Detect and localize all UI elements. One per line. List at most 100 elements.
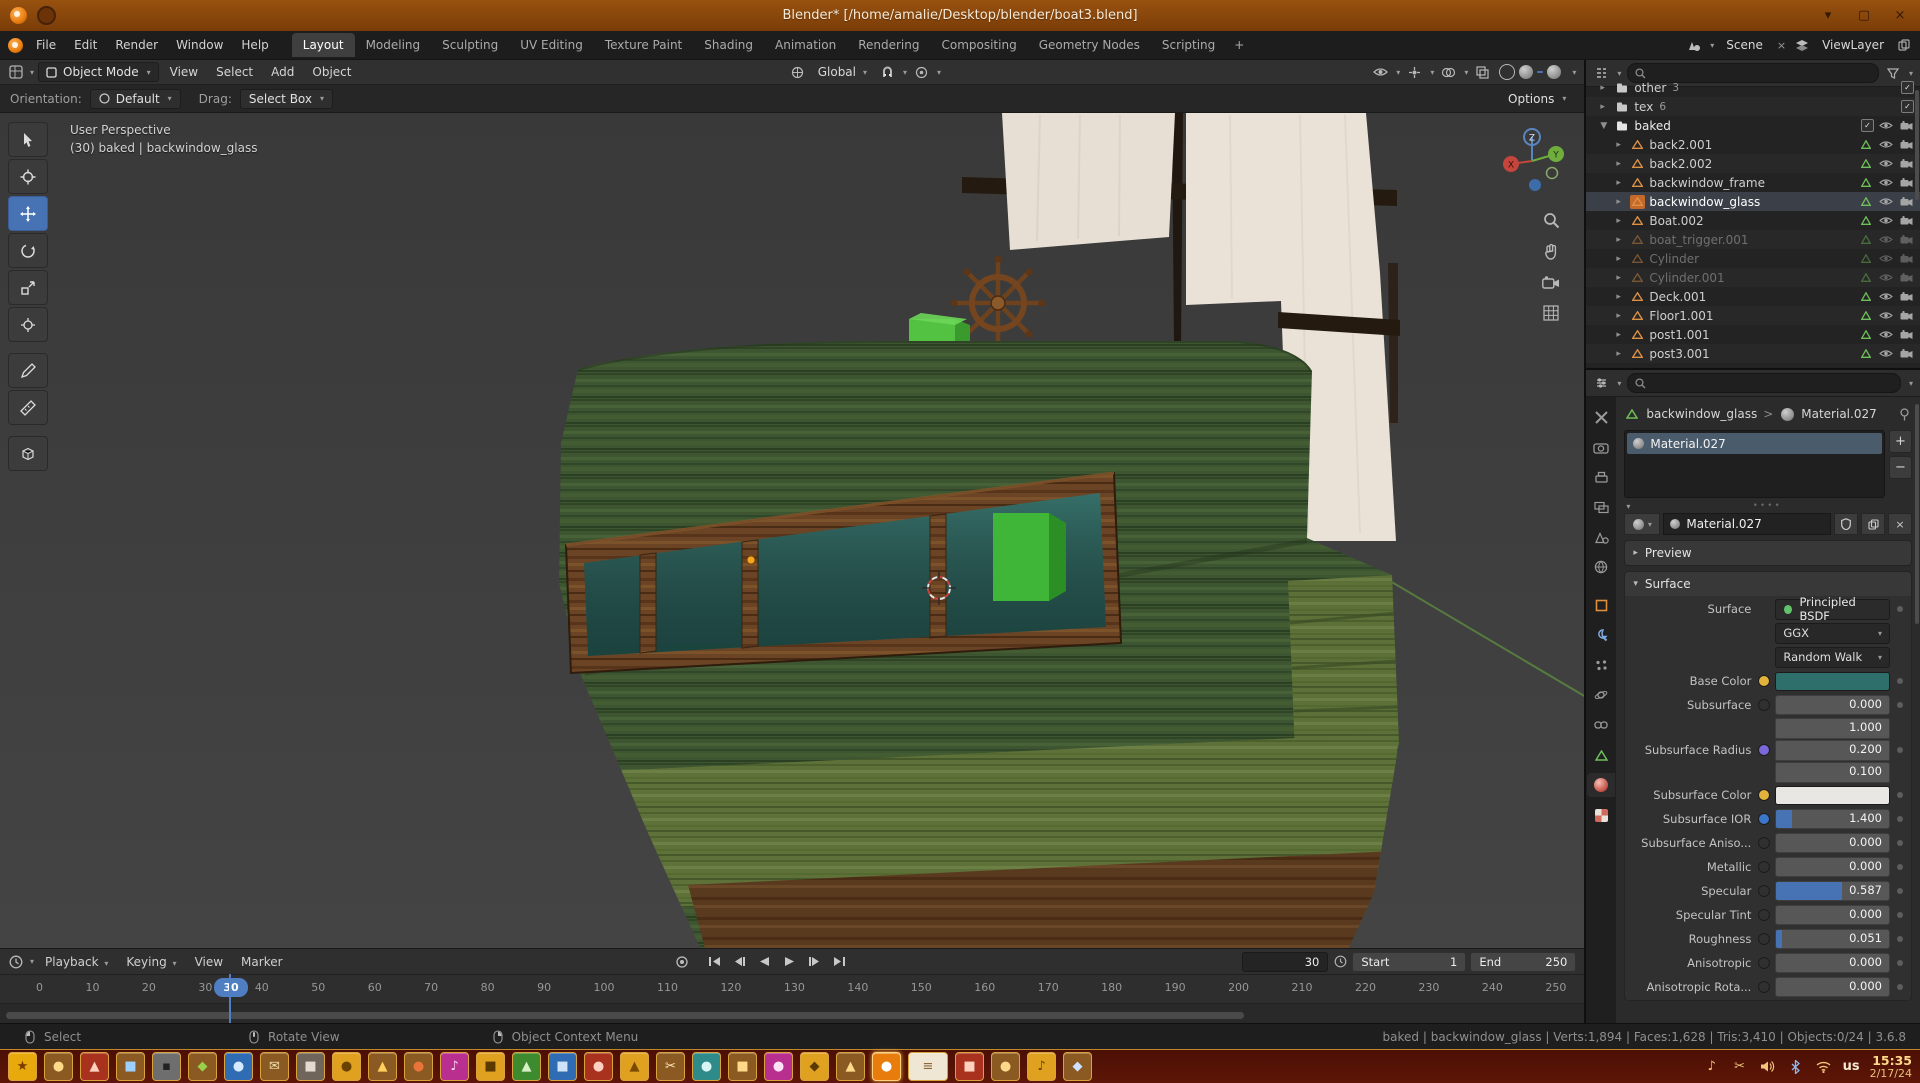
anim-dot[interactable]	[1758, 885, 1770, 897]
taskbar-app-icon[interactable]: ■	[955, 1052, 984, 1081]
next-keyframe-button[interactable]	[805, 954, 823, 969]
expand-icon[interactable]: ▸	[1616, 292, 1626, 302]
frame-start-field[interactable]: Start1	[1352, 952, 1466, 972]
axis-gizmo[interactable]: Z Y X	[1494, 123, 1570, 199]
anim-dot[interactable]	[1758, 789, 1770, 801]
visibility-eye-icon[interactable]	[1878, 213, 1894, 229]
subsurface-radius-fields[interactable]: 1.000 0.200 0.100	[1775, 718, 1890, 783]
visibility-eye-icon[interactable]	[1878, 289, 1894, 305]
taskbar-app-icon[interactable]: ●	[224, 1052, 253, 1081]
render-camera-icon[interactable]	[1898, 327, 1914, 343]
viewlayer-selector[interactable]: ViewLayer	[1816, 36, 1890, 54]
breadcrumb-material[interactable]: Material.027	[1801, 407, 1876, 421]
outliner-object-row[interactable]: ▸ post3.001	[1586, 344, 1920, 363]
decorate-dot[interactable]	[1897, 888, 1903, 894]
distribution-dropdown[interactable]: GGX▾	[1775, 623, 1890, 644]
workspace-tab[interactable]: Shading	[693, 33, 764, 57]
menu-keying[interactable]: Keying ▾	[119, 953, 183, 971]
browse-material-button[interactable]: ▾	[1624, 513, 1660, 535]
timeline-editor[interactable]: ▾ Playback ▾ Keying ▾ View Marker	[0, 948, 1584, 1023]
workspace-tab[interactable]: Modeling	[355, 33, 432, 57]
shading-solid-icon[interactable]	[1519, 65, 1533, 79]
menu-view[interactable]: View	[163, 63, 205, 81]
workspace-tab[interactable]: Rendering	[847, 33, 930, 57]
scene-selector[interactable]: Scene	[1720, 36, 1769, 54]
workspace-tab[interactable]: Geometry Nodes	[1028, 33, 1151, 57]
render-camera-icon[interactable]	[1898, 308, 1914, 324]
render-camera-icon[interactable]	[1898, 213, 1914, 229]
prev-keyframe-button[interactable]	[730, 954, 748, 969]
measure-tool[interactable]	[8, 390, 48, 425]
drag-dropdown[interactable]: Select Box▾	[240, 89, 333, 109]
outliner-collection-row[interactable]: ▼ baked ✓	[1586, 116, 1920, 135]
outliner-object-row[interactable]: ▸ back2.002	[1586, 154, 1920, 173]
visibility-eye-icon[interactable]	[1878, 232, 1894, 248]
expand-icon[interactable]: ▸	[1616, 330, 1626, 340]
base-color-swatch[interactable]	[1775, 672, 1890, 691]
properties-scrollbar[interactable]	[1915, 404, 1919, 624]
tab-object-data[interactable]	[1587, 743, 1615, 767]
render-camera-icon[interactable]	[1898, 156, 1914, 172]
render-camera-icon[interactable]	[1898, 137, 1914, 153]
3d-viewport[interactable]: User Perspective (30) baked | backwindow…	[0, 113, 1584, 948]
preview-range-clock-icon[interactable]	[1332, 954, 1348, 970]
timeline-scrollbar[interactable]	[6, 1012, 1244, 1019]
snap-magnet-icon[interactable]	[879, 64, 895, 80]
mode-dropdown[interactable]: Object Mode▾	[38, 62, 159, 82]
expand-icon[interactable]: ▸	[1616, 159, 1626, 169]
add-slot-button[interactable]: +	[1889, 430, 1912, 453]
taskbar-app-icon[interactable]: ♪	[1027, 1052, 1056, 1081]
visibility-eye-icon[interactable]	[1878, 346, 1894, 362]
object-name[interactable]: post1.001	[1649, 328, 1709, 342]
menu-file[interactable]: File	[27, 34, 65, 56]
tab-world[interactable]	[1587, 555, 1615, 579]
subsurface-ior-slider[interactable]: 1.400	[1775, 809, 1890, 829]
cursor-tool[interactable]	[8, 159, 48, 194]
taskbar-app-icon[interactable]: ◆	[800, 1052, 829, 1081]
outliner-object-row[interactable]: ▸ backwindow_glass	[1586, 192, 1920, 211]
window-titlebar[interactable]: Blender* [/home/amalie/Desktop/blender/b…	[0, 0, 1920, 31]
expand-icon[interactable]: ▸	[1616, 140, 1626, 150]
outliner-object-row[interactable]: ▸ backwindow_frame	[1586, 173, 1920, 192]
taskbar-app-icon[interactable]: ✉	[260, 1052, 289, 1081]
taskbar-app-icon[interactable]: ★	[8, 1052, 37, 1081]
move-tool[interactable]	[8, 196, 48, 231]
pan-hand-icon[interactable]	[1540, 240, 1562, 262]
remove-slot-button[interactable]: −	[1889, 456, 1912, 479]
visibility-eye-icon[interactable]	[1878, 194, 1894, 210]
menu-add[interactable]: Add	[264, 63, 301, 81]
collection-checkbox[interactable]: ✓	[1901, 100, 1914, 113]
visibility-eye-icon[interactable]	[1878, 251, 1894, 267]
clock[interactable]: 15:35 2/17/24	[1870, 1054, 1912, 1080]
timeline-ruler[interactable]: 0102030405060708090100110120130140150160…	[0, 975, 1584, 1004]
render-camera-icon[interactable]	[1898, 232, 1914, 248]
object-name[interactable]: Cylinder.001	[1649, 271, 1724, 285]
object-name[interactable]: backwindow_frame	[1649, 176, 1765, 190]
object-name[interactable]: Boat.002	[1649, 214, 1703, 228]
tab-view-layer[interactable]	[1587, 495, 1615, 519]
workspace-tab[interactable]: Sculpting	[431, 33, 509, 57]
anim-dot[interactable]	[1758, 837, 1770, 849]
outliner-collection-row[interactable]: ▸ tex 6 ✓	[1586, 97, 1920, 116]
preview-panel-header[interactable]: ▸Preview	[1625, 541, 1911, 565]
taskbar-app-icon[interactable]: ●	[332, 1052, 361, 1081]
taskbar-app-icon[interactable]: ◆	[188, 1052, 217, 1081]
tab-constraints[interactable]	[1587, 713, 1615, 737]
network-wifi-icon[interactable]	[1815, 1058, 1833, 1076]
expand-icon[interactable]: ▸	[1616, 273, 1626, 283]
decorate-dot[interactable]	[1897, 792, 1903, 798]
anim-dot[interactable]	[1758, 909, 1770, 921]
window-menu-icon[interactable]	[37, 6, 56, 25]
expand-icon[interactable]: ▸	[1616, 254, 1626, 264]
tab-material[interactable]	[1587, 773, 1615, 797]
taskbar-app-icon[interactable]: ■	[728, 1052, 757, 1081]
object-name[interactable]: back2.002	[1649, 157, 1712, 171]
decorate-dot[interactable]	[1897, 606, 1903, 612]
tab-scene[interactable]	[1587, 525, 1615, 549]
taskbar-app-icon[interactable]: ●	[872, 1052, 901, 1081]
tab-output[interactable]	[1587, 465, 1615, 489]
transform-orientation-dropdown[interactable]: Global▾	[812, 63, 873, 81]
anim-dot[interactable]	[1758, 981, 1770, 993]
duplicate-material-icon[interactable]	[1861, 513, 1885, 535]
taskbar-app-icon[interactable]: ■	[116, 1052, 145, 1081]
